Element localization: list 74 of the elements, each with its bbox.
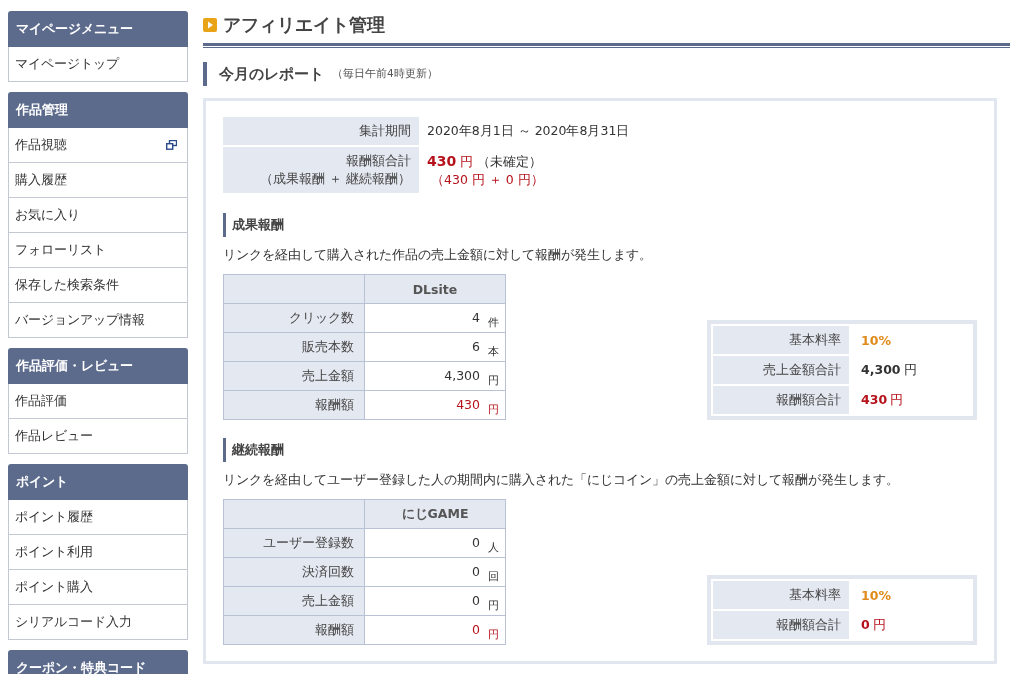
column-header: DLsite	[364, 274, 506, 304]
total-value: 4,300	[861, 361, 901, 377]
sidebar-item[interactable]: バージョンアップ情報	[8, 303, 188, 338]
sidebar-item[interactable]: フォローリスト	[8, 233, 188, 268]
sidebar-item[interactable]: シリアルコード入力	[8, 605, 188, 640]
sidebar-section-header: ポイント	[8, 464, 188, 500]
total-breakdown: （430 円 ＋ 0 円）	[430, 170, 545, 189]
row-label: 報酬額合計	[712, 610, 850, 640]
subsection-heading: 継続報酬	[223, 438, 977, 462]
report-title: 今月のレポート	[219, 64, 324, 84]
row-label: クリック数	[223, 303, 365, 333]
unit-label: 円	[903, 361, 917, 377]
sidebar-item[interactable]: ポイント購入	[8, 570, 188, 605]
stat-value: 0	[472, 593, 480, 608]
unit-label: 円	[488, 403, 499, 416]
sidebar-item[interactable]: 作品レビュー	[8, 419, 188, 454]
stat-value: 4,300	[444, 368, 480, 383]
sidebar-item[interactable]: 作品評価	[8, 384, 188, 419]
stat-value: 6	[472, 339, 480, 354]
total-sublabel: （成果報酬 ＋ 継続報酬）	[259, 170, 411, 188]
total-value: 10%	[861, 332, 891, 348]
description-text: リンクを経由して購入された作品の売上金額に対して報酬が発生します。	[223, 247, 653, 264]
new-window-icon	[166, 140, 177, 150]
sidebar-item[interactable]: ポイント利用	[8, 535, 188, 570]
sidebar-section-header: マイページメニュー	[8, 11, 188, 47]
row-label: 売上金額合計	[712, 355, 850, 385]
total-label: 報酬額合計	[345, 152, 411, 170]
row-label: 報酬額	[223, 615, 365, 645]
unit-label: 回	[488, 570, 499, 583]
sidebar-item[interactable]: 作品視聴	[8, 128, 188, 163]
sidebar-section-header: 作品管理	[8, 92, 188, 128]
currency-unit: 円	[460, 153, 474, 169]
unit-label: 人	[488, 541, 499, 554]
period-value: 2020年8月1日 ～ 2020年8月31日	[419, 117, 638, 146]
sidebar-item[interactable]: お気に入り	[8, 198, 188, 233]
row-label: 基本料率	[712, 580, 850, 610]
row-label: 報酬額	[223, 390, 365, 420]
status-text: （未確定）	[477, 153, 543, 169]
unit-label: 円	[488, 374, 499, 387]
play-icon	[203, 18, 217, 32]
unit-label: 円	[488, 599, 499, 612]
description-text: リンクを経由してユーザー登録した人の期間内に購入された「にじコイン」の売上金額に対して報酬が発生します。	[223, 472, 900, 489]
stat-value: 0	[472, 564, 480, 579]
update-note: （毎日午前4時更新）	[332, 67, 438, 81]
row-label: 基本料率	[712, 325, 850, 355]
total-amount: 430	[427, 152, 457, 169]
table-header-cell: 集計期間	[223, 117, 419, 146]
column-header: にじGAME	[364, 499, 506, 529]
total-value: 430	[861, 391, 888, 407]
unit-label: 円	[488, 628, 499, 641]
subsection-heading: 成果報酬	[223, 213, 977, 237]
row-label: 決済回数	[223, 557, 365, 587]
sidebar-section-header: 作品評価・レビュー	[8, 348, 188, 384]
sidebar-section-header: クーポン・特典コード	[8, 650, 188, 674]
page-title: アフィリエイト管理	[223, 13, 385, 37]
row-label: 売上金額	[223, 361, 365, 391]
unit-label: 円	[890, 391, 904, 407]
row-label: 売上金額	[223, 586, 365, 616]
sidebar-item[interactable]: マイページトップ	[8, 47, 188, 82]
row-label: 販売本数	[223, 332, 365, 362]
stat-value: 430	[456, 397, 480, 412]
stat-value: 0	[472, 622, 480, 637]
unit-label: 件	[488, 316, 499, 329]
sidebar-item[interactable]: 購入履歴	[8, 163, 188, 198]
unit-label: 本	[488, 345, 499, 358]
sidebar-item[interactable]: 保存した検索条件	[8, 268, 188, 303]
sidebar-item[interactable]: ポイント履歴	[8, 500, 188, 535]
stat-value: 0	[472, 535, 480, 550]
total-value: 0	[861, 616, 870, 632]
row-label: ユーザー登録数	[223, 528, 365, 558]
total-value: 10%	[861, 587, 891, 603]
stat-value: 4	[472, 310, 480, 325]
row-label: 報酬額合計	[712, 385, 850, 415]
unit-label: 円	[872, 616, 886, 632]
